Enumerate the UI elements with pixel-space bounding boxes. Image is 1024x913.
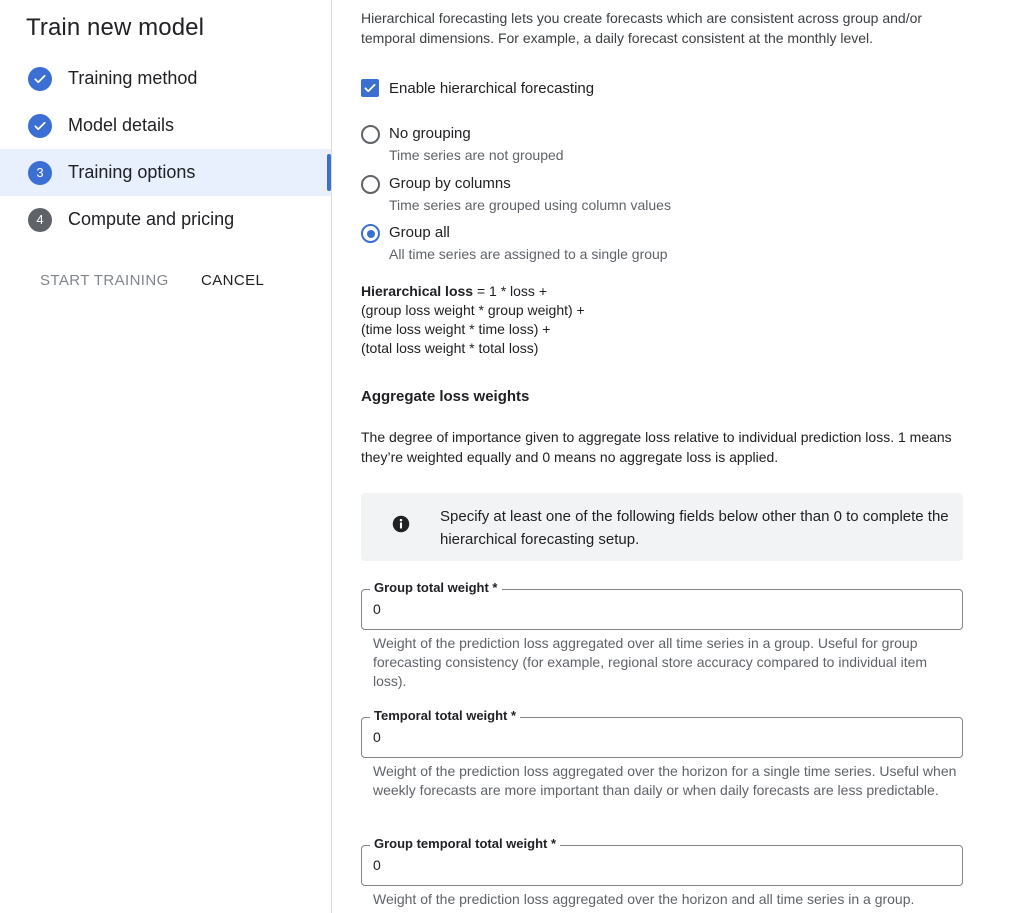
info-banner: Specify at least one of the following fi… <box>361 493 963 561</box>
checkbox-label: Enable hierarchical forecasting <box>389 79 595 97</box>
field-label: Group temporal total weight * <box>370 835 561 853</box>
enable-hierarchical-forecasting-checkbox[interactable]: Enable hierarchical forecasting <box>361 79 594 97</box>
intro-text: Hierarchical forecasting lets you create… <box>361 10 923 46</box>
aggregate-loss-weights-description: The degree of importance given to aggreg… <box>361 429 952 465</box>
field-value[interactable]: 0 <box>373 601 381 617</box>
step-number-badge: 3 <box>28 160 52 185</box>
aggregate-loss-weights-heading: Aggregate loss weights <box>361 388 530 405</box>
radio-no-grouping[interactable]: No grouping Time series are not grouped <box>361 124 564 165</box>
radio-group-all[interactable]: Group all All time series are assigned t… <box>361 223 668 264</box>
step-training-method[interactable]: Training method <box>0 55 331 102</box>
panel-divider <box>331 0 332 913</box>
radio-title: No grouping <box>389 125 471 142</box>
radio-description: Time series are grouped using column val… <box>389 197 671 213</box>
formula-line: (time loss weight * time loss) + <box>361 321 551 337</box>
step-label: Training method <box>68 68 198 88</box>
start-training-button[interactable]: START TRAINING <box>40 272 169 289</box>
field-value[interactable]: 0 <box>373 729 381 745</box>
radio-description: Time series are not grouped <box>389 147 564 163</box>
step-model-details[interactable]: Model details <box>0 102 331 149</box>
group-temporal-total-weight-field[interactable]: Group temporal total weight * 0 <box>361 835 963 886</box>
group-total-weight-field[interactable]: Group total weight * 0 <box>361 579 963 630</box>
temporal-total-weight-field[interactable]: Temporal total weight * 0 <box>361 707 963 758</box>
stepper-sidebar: Train new model Training method Model de… <box>0 0 331 913</box>
field-label: Group total weight * <box>370 579 502 597</box>
step-compute-and-pricing[interactable]: 4 Compute and pricing <box>0 196 331 243</box>
radio-group-by-columns[interactable]: Group by columns Time series are grouped… <box>361 174 671 215</box>
step-label: Model details <box>68 115 175 135</box>
field-label: Temporal total weight * <box>370 707 521 725</box>
radio-title: Group all <box>389 224 450 241</box>
field-help-text: Weight of the prediction loss aggregated… <box>373 891 915 907</box>
panel-title: Train new model <box>26 14 205 41</box>
cancel-button[interactable]: CANCEL <box>201 272 264 289</box>
hierarchical-loss-formula: Hierarchical loss = 1 * loss + (group lo… <box>361 282 585 358</box>
info-message: Specify at least one of the following fi… <box>440 508 949 548</box>
step-done-check-icon <box>28 113 52 138</box>
step-label: Compute and pricing <box>68 209 235 229</box>
step-training-options[interactable]: 3 Training options <box>0 149 331 196</box>
formula-label: Hierarchical loss <box>361 283 474 299</box>
step-number-badge: 4 <box>28 207 52 232</box>
formula-line: (group loss weight * group weight) + <box>361 302 585 318</box>
radio-button-selected[interactable] <box>361 224 380 243</box>
formula-line: (total loss weight * total loss) <box>361 340 539 356</box>
step-label: Training options <box>68 162 196 182</box>
checkbox-checked-icon[interactable] <box>361 79 379 97</box>
radio-description: All time series are assigned to a single… <box>389 246 668 262</box>
formula-line: = 1 * loss + <box>473 283 547 299</box>
field-help-text: Weight of the prediction loss aggregated… <box>373 763 957 798</box>
radio-button[interactable] <box>361 125 380 144</box>
field-value[interactable]: 0 <box>373 857 381 873</box>
info-icon <box>392 515 410 533</box>
radio-title: Group by columns <box>389 175 511 192</box>
field-help-text: Weight of the prediction loss aggregated… <box>373 635 928 689</box>
step-done-check-icon <box>28 66 52 91</box>
radio-button[interactable] <box>361 175 380 194</box>
